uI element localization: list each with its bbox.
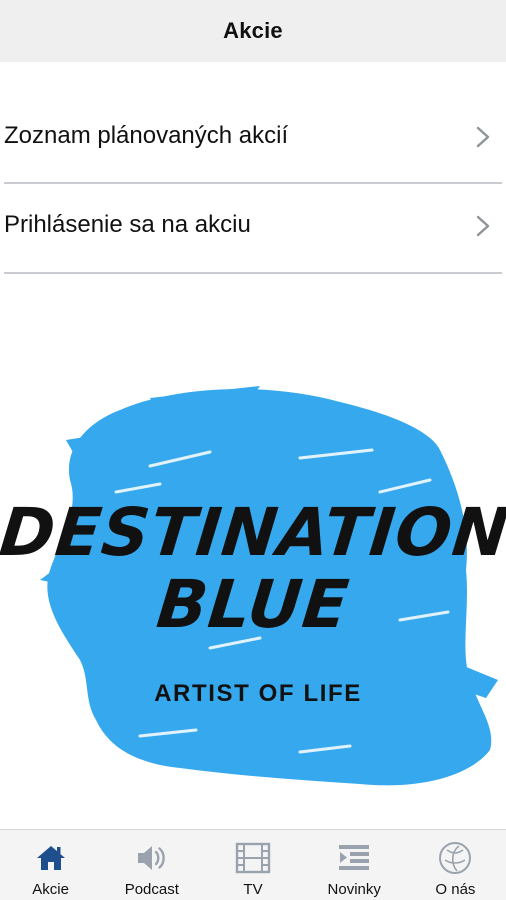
logo-title-line-2: BLUE [153, 566, 353, 643]
globe-icon [439, 842, 472, 874]
tab-label: TV [243, 881, 263, 898]
logo-title-line-1: DESTINATION [0, 494, 506, 571]
menu-item-label: Zoznam plánovaných akcií [4, 122, 289, 149]
logo-tagline: ARTIST OF LIFE [154, 680, 362, 707]
speaker-icon [137, 846, 165, 870]
chevron-right-icon [476, 126, 490, 148]
tab-novinky[interactable]: Novinky [304, 830, 405, 900]
tab-tv[interactable]: TV [202, 830, 303, 900]
tab-label: O nás [435, 881, 476, 898]
chevron-right-icon [476, 215, 490, 237]
news-list-icon [339, 845, 370, 870]
app-screen: Akcie Zoznam plánovaných akcií Prihlásen… [0, 0, 506, 900]
menu-item-label: Prihlásenie sa na akciu [4, 211, 251, 238]
film-icon [235, 842, 271, 874]
tab-o-nas[interactable]: O nás [405, 830, 506, 900]
header-bar: Akcie [0, 0, 506, 62]
tab-label: Akcie [32, 881, 69, 898]
destination-blue-logo: DESTINATION BLUE ARTIST OF LIFE [0, 380, 506, 800]
menu-item-event-signup[interactable]: Prihlásenie sa na akciu [4, 184, 502, 274]
menu-list: Zoznam plánovaných akcií Prihlásenie sa … [0, 96, 506, 274]
tab-label: Novinky [327, 881, 381, 898]
page-title: Akcie [223, 18, 283, 43]
menu-item-planned-events[interactable]: Zoznam plánovaných akcií [4, 96, 502, 184]
tab-akcie[interactable]: Akcie [0, 830, 101, 900]
tab-label: Podcast [124, 881, 179, 898]
tab-podcast[interactable]: Podcast [101, 830, 202, 900]
home-icon [36, 846, 65, 870]
bottom-tab-bar: Akcie Podcast TV Novinky O nás [0, 829, 506, 900]
